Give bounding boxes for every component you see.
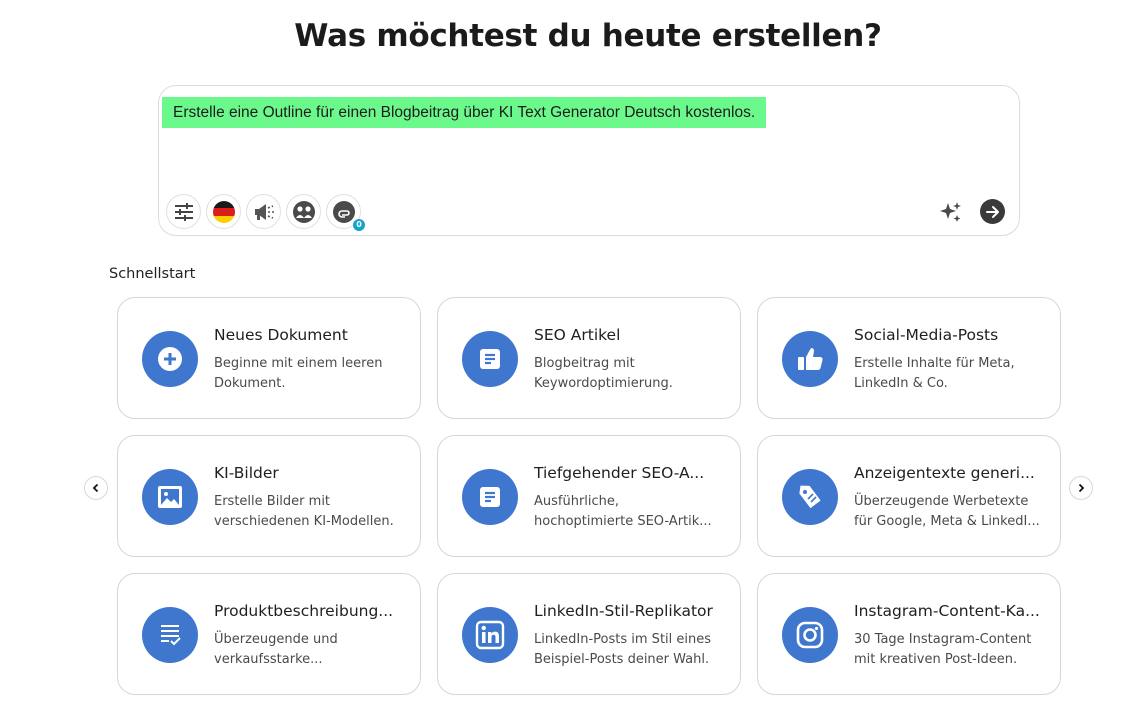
card-title: Social-Media-Posts (854, 326, 999, 344)
card-icon (142, 331, 198, 387)
document-icon (480, 349, 500, 369)
card-description: Erstelle Bilder mit verschiedenen KI-Mode… (214, 494, 394, 529)
ai-enhance-button[interactable] (939, 200, 963, 229)
prompt-input-box[interactable]: Erstelle eine Outline für einen Blogbeit… (158, 85, 1020, 236)
card-title: Neues Dokument (214, 326, 348, 344)
card-seo-artikel[interactable]: SEO Artikel Blogbeitrag mit Keywordoptimi… (437, 297, 741, 419)
carousel-prev-button[interactable] (84, 476, 108, 500)
instagram-icon (796, 621, 824, 649)
prompt-text[interactable]: Erstelle eine Outline für einen Blogbeit… (162, 97, 767, 128)
submit-button[interactable] (980, 199, 1005, 224)
card-icon (782, 469, 838, 525)
card-instagram-content-kalender[interactable]: Instagram-Content-Ka... 30 Tage Instagra… (757, 573, 1061, 695)
chevron-right-icon (1078, 483, 1085, 493)
carousel-next-button[interactable] (1069, 476, 1093, 500)
card-neues-dokument[interactable]: Neues Dokument Beginne mit einem leeren D… (117, 297, 421, 419)
language-button[interactable] (206, 194, 241, 229)
persona-icon (292, 200, 315, 223)
card-description: Überzeugende und verkaufsstarke... (214, 632, 338, 667)
card-produktbeschreibung[interactable]: Produktbeschreibung... Überzeugende und v… (117, 573, 421, 695)
price-tag-icon (799, 485, 821, 509)
paperclip-icon (332, 200, 355, 223)
quickstart-label: Schnellstart (109, 266, 196, 282)
card-icon (142, 469, 198, 525)
settings-sliders-icon (174, 202, 193, 221)
sparkle-icon (940, 202, 961, 222)
card-icon (462, 607, 518, 663)
card-anzeigentexte[interactable]: Anzeigentexte generi... Überzeugende Wer… (757, 435, 1061, 557)
attachment-count-badge: 0 (353, 219, 365, 231)
card-description: Erstelle Inhalte für Meta, LinkedIn & Co. (854, 356, 1015, 391)
german-flag-icon (212, 200, 235, 223)
chevron-left-icon (92, 483, 99, 493)
card-description: LinkedIn-Posts im Stil eines Beispiel-Pos… (534, 632, 712, 667)
image-icon (158, 486, 182, 508)
card-description: 30 Tage Instagram-Content mit kreativen P… (854, 632, 1032, 667)
card-title: Instagram-Content-Ka... (854, 602, 1040, 620)
card-social-media-posts[interactable]: Social-Media-Posts Erstelle Inhalte für … (757, 297, 1061, 419)
card-title: Produktbeschreibung... (214, 602, 394, 620)
checklist-icon (161, 625, 181, 646)
card-description: Beginne mit einem leeren Dokument. (214, 356, 383, 391)
persona-button[interactable] (286, 194, 321, 229)
card-title: Tiefgehender SEO-A... (534, 464, 705, 482)
card-title: Anzeigentexte generi... (854, 464, 1035, 482)
card-icon (462, 469, 518, 525)
tone-button[interactable] (246, 194, 281, 229)
linkedin-icon (475, 620, 505, 650)
attachment-button[interactable]: 0 (326, 194, 365, 231)
card-title: LinkedIn-Stil-Replikator (534, 602, 713, 620)
plus-circle-icon (158, 347, 182, 371)
card-icon (782, 607, 838, 663)
card-description: Ausführliche, hochoptimierte SEO-Artik... (534, 494, 712, 529)
settings-sliders-button[interactable] (166, 194, 201, 229)
card-icon (462, 331, 518, 387)
card-linkedin-stil-replikator[interactable]: LinkedIn-Stil-Replikator LinkedIn-Posts … (437, 573, 741, 695)
card-title: SEO Artikel (534, 326, 621, 344)
card-title: KI-Bilder (214, 464, 279, 482)
card-icon (782, 331, 838, 387)
quickstart-grid: Neues Dokument Beginne mit einem leeren D… (117, 297, 1061, 695)
thumbs-up-icon (798, 348, 823, 370)
card-description: Überzeugende Werbetexte für Google, Meta … (854, 494, 1040, 529)
page-title: Was möchtest du heute erstellen? (294, 18, 882, 54)
arrow-right-icon (985, 205, 999, 218)
card-icon (142, 607, 198, 663)
card-ki-bilder[interactable]: KI-Bilder Erstelle Bilder mit verschieden… (117, 435, 421, 557)
megaphone-icon (254, 203, 274, 220)
document-icon (480, 487, 500, 507)
card-tiefgehender-seo-artikel[interactable]: Tiefgehender SEO-A... Ausführliche, hocho… (437, 435, 741, 557)
card-description: Blogbeitrag mit Keywordoptimierung. (534, 356, 673, 391)
